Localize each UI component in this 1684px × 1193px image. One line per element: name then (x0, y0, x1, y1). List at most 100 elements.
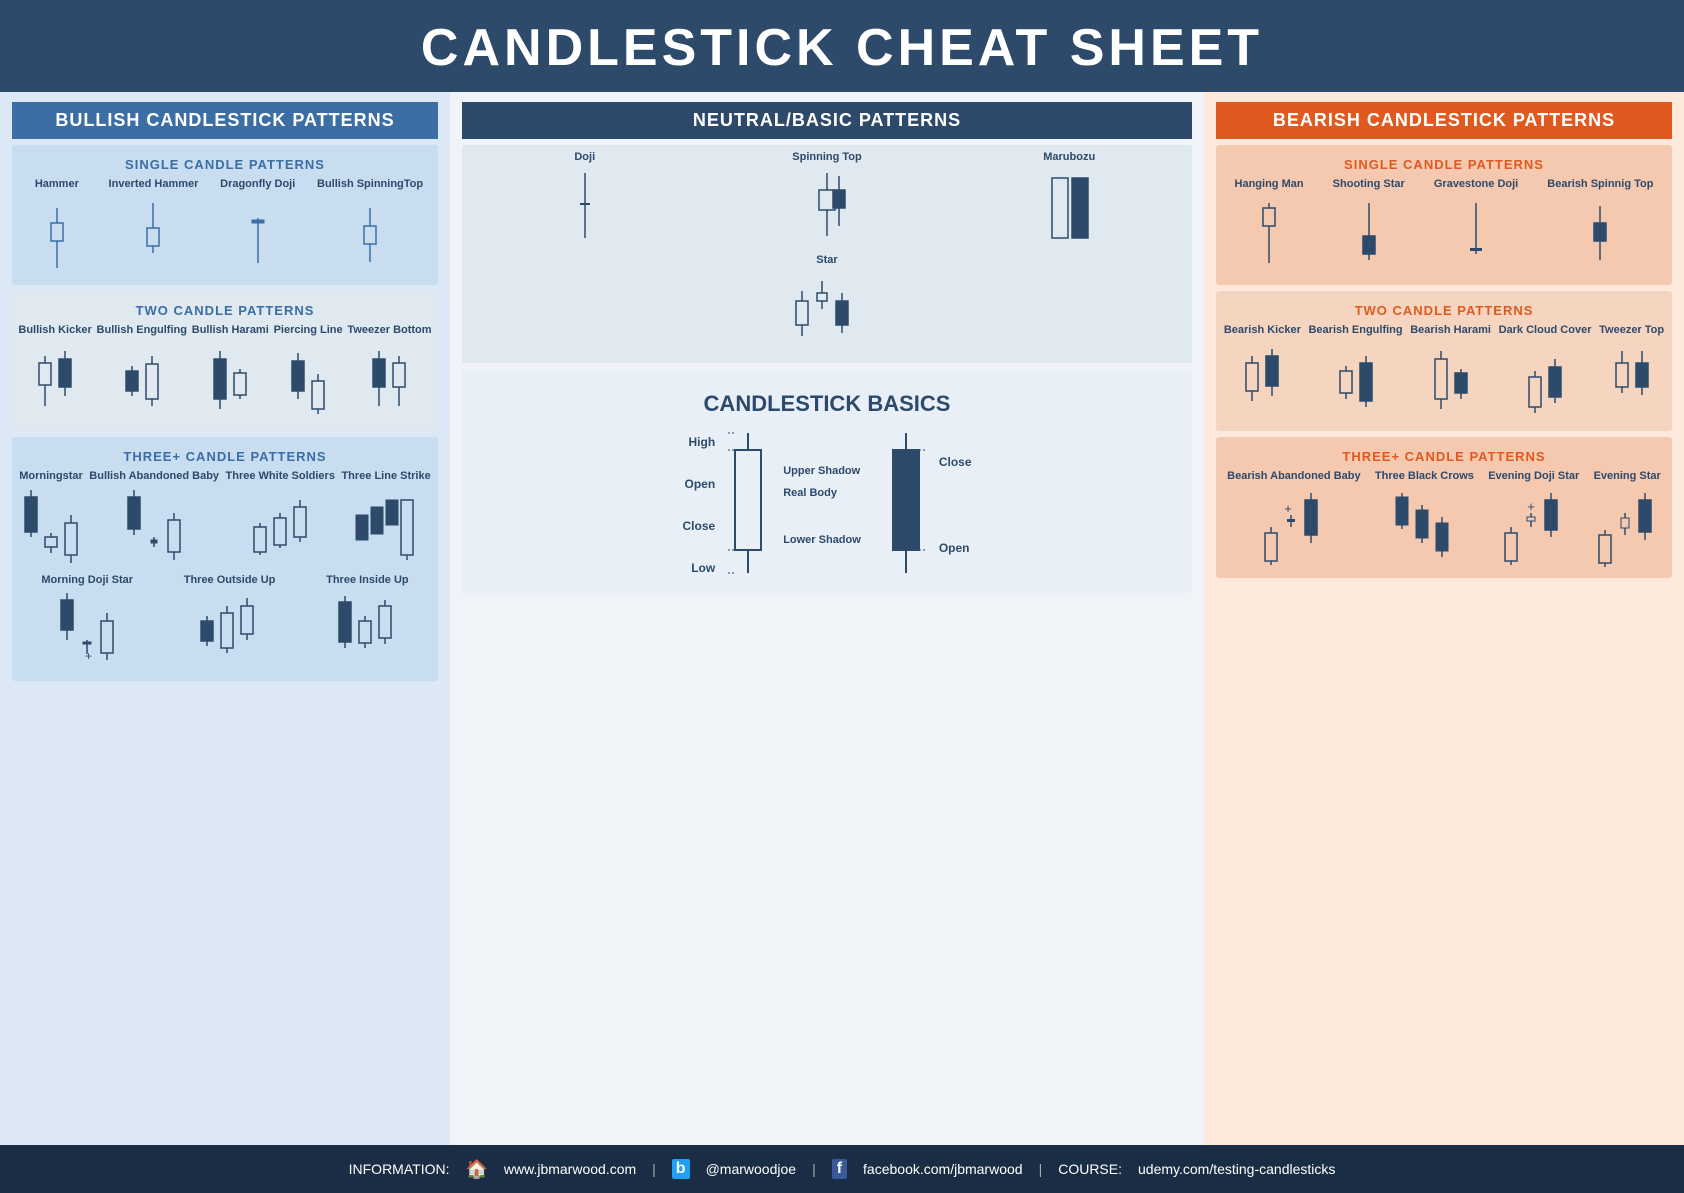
pattern-marubozu-label: Marubozu (1043, 151, 1095, 164)
basics-open-label: Open (683, 477, 716, 491)
pattern-bullish-kicker-candle (34, 341, 76, 421)
pattern-morning-doji-star-candle: + (57, 591, 117, 671)
pattern-marubozu-candle (1044, 168, 1094, 248)
pattern-dark-cloud-cover-candle (1524, 341, 1566, 421)
bullish-header: BULLISH CANDLESTICK PATTERNS (12, 102, 438, 139)
pattern-bullish-engulfing-label: Bullish Engulfing (97, 324, 187, 337)
pattern-dark-cloud-cover-label: Dark Cloud Cover (1499, 324, 1592, 337)
pattern-bearish-harami: Bearish Harami (1410, 324, 1491, 421)
pattern-piercing-line-label: Piercing Line (274, 324, 343, 337)
bullish-column: BULLISH CANDLESTICK PATTERNS SINGLE CAND… (0, 92, 450, 1145)
bearish-two-patterns-row: Bearish Kicker Bearish En (1222, 324, 1666, 421)
pattern-evening-doji-star-candle: + (1501, 488, 1566, 568)
basics-title: CANDLESTICK BASICS (470, 391, 1184, 417)
neutral-column: NEUTRAL/BASIC PATTERNS Doji (450, 92, 1204, 1145)
pattern-bearish-spinning-top-label: Bearish Spinnig Top (1547, 178, 1653, 191)
pattern-bearish-engulfing-candle (1335, 341, 1377, 421)
pattern-tweezer-top-label: Tweezer Top (1599, 324, 1664, 337)
pattern-gravestone-doji: Gravestone Doji (1434, 178, 1518, 275)
pattern-three-white-soldiers: Three White Soldiers (226, 470, 335, 567)
basics-upper-shadow-label: Upper Shadow (783, 464, 861, 478)
footer-website: www.jbmarwood.com (504, 1161, 636, 1177)
pattern-tweezer-top-candle (1611, 341, 1653, 421)
bullish-two-label: TWO CANDLE PATTERNS (18, 303, 432, 318)
pattern-bearish-harami-candle (1430, 341, 1472, 421)
pattern-three-black-crows-candle (1392, 488, 1457, 568)
pattern-bullish-engulfing-candle (121, 341, 163, 421)
pattern-bearish-abandoned-baby-candle: + (1261, 488, 1326, 568)
pattern-morning-doji-star: Morning Doji Star + (41, 574, 133, 671)
pattern-spinning-top-label: Spinning Top (792, 151, 861, 164)
basics-high-label: High (683, 435, 716, 449)
pattern-morning-doji-star-label: Morning Doji Star (41, 574, 133, 587)
pattern-dragonfly-doji-candle (247, 195, 269, 275)
bullish-single-patterns-row: Hammer Inverted Hammer (18, 178, 432, 275)
pattern-spinning-top: Spinning Top (792, 151, 861, 248)
pattern-bullish-abandoned-baby-label: Bullish Abandoned Baby (89, 470, 219, 483)
pattern-marubozu: Marubozu (1039, 151, 1099, 248)
pattern-three-inside-up-candle (335, 591, 400, 671)
pattern-bearish-kicker-candle (1241, 341, 1283, 421)
pattern-spinning-top-candle (807, 168, 847, 248)
pattern-three-line-strike: Three Line Strike (341, 470, 430, 567)
pattern-dragonfly-doji: Dragonfly Doji (220, 178, 295, 275)
pattern-evening-star-label: Evening Star (1594, 470, 1661, 483)
pattern-bullish-spinning-top-candle (359, 195, 381, 275)
basics-low-label: Low (683, 561, 716, 575)
pattern-inverted-hammer: Inverted Hammer (109, 178, 199, 275)
pattern-bullish-harami: Bullish Harami (192, 324, 269, 421)
pattern-morningstar: Morningstar (19, 470, 83, 567)
footer-course-label: COURSE: (1058, 1161, 1122, 1177)
basics-close-bull-label: Close (683, 519, 716, 533)
pattern-hanging-man: Hanging Man (1235, 178, 1304, 275)
bullish-three-label: THREE+ CANDLE PATTERNS (18, 449, 432, 464)
pattern-three-outside-up: Three Outside Up (184, 574, 276, 671)
bullish-single-label: SINGLE CANDLE PATTERNS (18, 157, 432, 172)
page-title: CANDLESTICK CHEAT SHEET (0, 0, 1684, 92)
pattern-bullish-harami-label: Bullish Harami (192, 324, 269, 337)
pattern-hammer-label: Hammer (35, 178, 79, 191)
pattern-morningstar-candle (21, 488, 81, 568)
pattern-morningstar-label: Morningstar (19, 470, 83, 483)
pattern-dragonfly-doji-label: Dragonfly Doji (220, 178, 295, 191)
pattern-bearish-abandoned-baby: Bearish Abandoned Baby + (1227, 470, 1360, 567)
bullish-single-section: SINGLE CANDLE PATTERNS Hammer (12, 145, 438, 285)
pattern-evening-doji-star: Evening Doji Star + (1488, 470, 1579, 567)
pattern-three-line-strike-label: Three Line Strike (341, 470, 430, 483)
pattern-star-candle (787, 271, 867, 351)
pattern-hammer: Hammer (27, 178, 87, 275)
bullish-three-patterns-row: Morningstar (18, 470, 432, 567)
pattern-bullish-abandoned-baby-candle (124, 488, 184, 568)
bullish-three-patterns-row-2: Morning Doji Star + (18, 574, 432, 671)
footer-facebook: facebook.com/jbmarwood (863, 1161, 1023, 1177)
home-icon: 🏠 (465, 1159, 487, 1180)
basics-lower-shadow-label: Lower Shadow (783, 533, 861, 547)
svg-text:+: + (1285, 501, 1293, 516)
pattern-bearish-engulfing: Bearish Engulfing (1308, 324, 1402, 421)
bearish-three-section: THREE+ CANDLE PATTERNS Bearish Abandoned… (1216, 437, 1672, 577)
neutral-single-patterns-row: Doji Spinning Top (468, 151, 1186, 248)
pattern-bearish-engulfing-label: Bearish Engulfing (1308, 324, 1402, 337)
pattern-star: Star (787, 254, 867, 351)
pattern-shooting-star-candle (1358, 195, 1380, 275)
pattern-three-inside-up: Three Inside Up (326, 574, 409, 671)
svg-text:+: + (1527, 499, 1535, 514)
pattern-tweezer-bottom-label: Tweezer Bottom (347, 324, 431, 337)
pattern-three-black-crows: Three Black Crows (1375, 470, 1474, 567)
bearish-column: BEARISH CANDLESTICK PATTERNS SINGLE CAND… (1204, 92, 1684, 1145)
bearish-three-label: THREE+ CANDLE PATTERNS (1222, 449, 1666, 464)
pattern-three-outside-up-label: Three Outside Up (184, 574, 276, 587)
pattern-inverted-hammer-label: Inverted Hammer (109, 178, 199, 191)
pattern-tweezer-bottom: Tweezer Bottom (347, 324, 431, 421)
bearish-single-label: SINGLE CANDLE PATTERNS (1222, 157, 1666, 172)
footer-twitter: @marwoodjoe (706, 1161, 796, 1177)
pattern-doji: Doji (555, 151, 615, 248)
basics-close-bear-label: Close (939, 455, 972, 469)
pattern-evening-star-candle (1595, 488, 1660, 568)
pattern-evening-doji-star-label: Evening Doji Star (1488, 470, 1579, 483)
pattern-gravestone-doji-candle (1465, 195, 1487, 275)
pattern-bearish-spinning-top: Bearish Spinnig Top (1547, 178, 1653, 275)
pattern-evening-star: Evening Star (1594, 470, 1661, 567)
pattern-piercing-line: Piercing Line (274, 324, 343, 421)
pattern-shooting-star-label: Shooting Star (1333, 178, 1405, 191)
